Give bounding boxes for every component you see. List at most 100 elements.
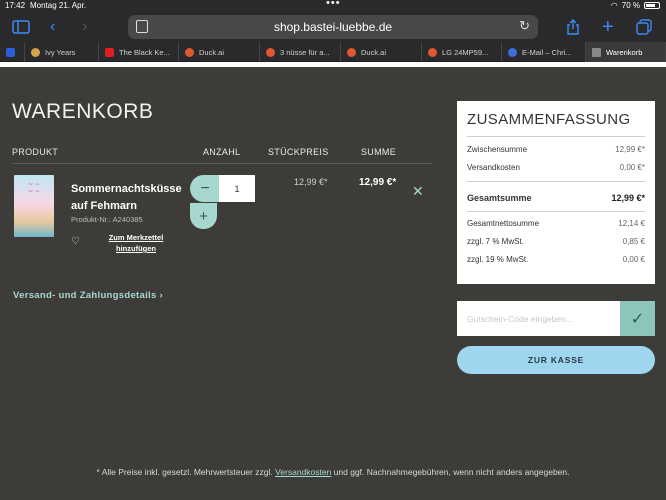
net-value: 12,14 € xyxy=(618,219,645,228)
footnote-text-pre: * Alle Preise inkl. gesetzl. Mehrwertste… xyxy=(96,467,276,477)
net-label: Gesamtnettosumme xyxy=(467,219,540,228)
sidebar-toggle-icon[interactable] xyxy=(12,16,30,38)
heart-icon[interactable]: ♡ xyxy=(71,236,80,247)
url-text: shop.bastei-luebbe.de xyxy=(273,20,393,34)
tab-favicon xyxy=(185,47,194,57)
back-icon[interactable]: ‹ xyxy=(50,16,55,38)
tab-favicon xyxy=(428,47,437,57)
order-summary: ZUSAMMENFASSUNG Zwischensumme 12,99 €* V… xyxy=(457,101,655,284)
quantity-increase-button[interactable]: + xyxy=(190,203,217,229)
total-value: 12,99 €* xyxy=(611,193,645,203)
status-bar: 17:42 Montag 21. Apr. ••• ◠ 70 % xyxy=(0,0,666,12)
tab-1[interactable] xyxy=(0,42,25,62)
column-header-unit-price: STÜCKPREIS xyxy=(268,147,329,157)
price-footnote: * Alle Preise inkl. gesetzl. Mehrwertste… xyxy=(0,467,666,477)
footnote-text-post: und ggf. Nachnahmegebühren, wenn nicht a… xyxy=(331,467,570,477)
new-tab-icon[interactable]: + xyxy=(602,16,614,38)
checkout-button[interactable]: ZUR KASSE xyxy=(457,346,655,374)
tab-favicon xyxy=(508,47,517,57)
battery-percent: 70 % xyxy=(621,1,640,10)
summary-divider xyxy=(467,211,645,212)
shipping-link-label: Versand- und Zahlungsdetails xyxy=(13,290,157,301)
shipping-payment-details-link[interactable]: Versand- und Zahlungsdetails › xyxy=(13,290,163,301)
tab-favicon xyxy=(105,47,114,57)
page-top-edge xyxy=(0,62,666,67)
summary-row-vat7: zzgl. 7 % MwSt. 0,85 € xyxy=(467,237,645,246)
close-tab-icon[interactable] xyxy=(592,47,601,57)
forward-icon[interactable]: › xyxy=(82,16,87,38)
summary-row-vat19: zzgl. 19 % MwSt. 0,00 € xyxy=(467,255,645,264)
summary-row-total: Gesamtsumme 12,99 €* xyxy=(467,193,645,203)
summary-row-net: Gesamtnettosumme 12,14 € xyxy=(467,219,645,228)
tab-overview-icon[interactable] xyxy=(636,16,652,38)
summary-divider xyxy=(467,136,645,137)
multitasking-dots-icon[interactable]: ••• xyxy=(326,0,341,9)
remove-item-icon[interactable]: ✕ xyxy=(412,183,424,200)
subtotal-label: Zwischensumme xyxy=(467,145,528,154)
total-label: Gesamtsumme xyxy=(467,193,532,203)
tab-4[interactable]: Duck.ai xyxy=(179,42,260,62)
tab-label: Warenkorb xyxy=(606,47,643,57)
product-number: Produkt-Nr.: A240385 xyxy=(71,215,143,224)
book-cover-lettering: ~ ~ ~ ~ xyxy=(28,181,40,195)
tab-favicon xyxy=(266,47,275,57)
tab-3[interactable]: The Black Ke... xyxy=(99,42,179,62)
tab-label: Duck.ai xyxy=(361,47,387,57)
shipping-label: Versandkosten xyxy=(467,163,520,172)
summary-row-subtotal: Zwischensumme 12,99 €* xyxy=(467,145,645,154)
book-cover-image[interactable]: ~ ~ ~ ~ xyxy=(14,175,54,237)
product-name[interactable]: Sommernachtsküsse auf Fehmarn xyxy=(71,181,186,215)
column-header-quantity: ANZAHL xyxy=(203,147,241,157)
reload-icon[interactable]: ↻ xyxy=(519,18,530,34)
status-date: Montag 21. Apr. xyxy=(30,1,87,10)
tab-label: The Black Ke... xyxy=(119,47,170,57)
column-header-product: PRODUKT xyxy=(12,147,59,157)
quantity-input[interactable] xyxy=(219,175,255,202)
tab-label: LG 24MP59... xyxy=(442,47,489,57)
tab-label: E-Mail – Chri... xyxy=(522,47,572,57)
tab-favicon xyxy=(6,47,15,57)
tab-favicon xyxy=(31,47,40,57)
page-settings-icon[interactable] xyxy=(136,20,148,33)
tab-2[interactable]: Ivy Years xyxy=(25,42,99,62)
unit-price: 12,99 €* xyxy=(294,177,328,187)
wifi-icon: ◠ xyxy=(610,1,618,10)
status-time: 17:42 xyxy=(5,1,26,10)
share-icon[interactable] xyxy=(566,16,580,38)
tab-7[interactable]: LG 24MP59... xyxy=(422,42,502,62)
address-bar[interactable]: shop.bastei-luebbe.de ↻ xyxy=(128,15,538,39)
summary-divider xyxy=(467,181,645,182)
header-divider xyxy=(12,163,432,164)
tab-6[interactable]: Duck.ai xyxy=(341,42,422,62)
shipping-costs-link[interactable]: Versandkosten xyxy=(275,467,331,477)
shipping-value: 0,00 €* xyxy=(619,163,645,172)
column-header-sum: SUMME xyxy=(361,147,396,157)
voucher-code-input[interactable] xyxy=(457,301,619,336)
chevron-right-icon: › xyxy=(159,290,163,301)
tab-bar: Ivy Years The Black Ke... Duck.ai 3 nüss… xyxy=(0,42,666,62)
tab-favicon xyxy=(347,47,356,57)
browser-toolbar: ‹ › shop.bastei-luebbe.de ↻ + xyxy=(0,12,666,42)
tab-label: Duck.ai xyxy=(199,47,225,57)
add-to-wishlist-link[interactable]: Zum Merkzettel hinzufügen xyxy=(103,232,169,254)
vat19-label: zzgl. 19 % MwSt. xyxy=(467,255,529,264)
quantity-decrease-button[interactable]: − xyxy=(190,175,220,202)
vat19-value: 0,00 € xyxy=(622,255,645,264)
voucher-form: ✓ xyxy=(457,301,655,336)
tab-5[interactable]: 3 nüsse für a... xyxy=(260,42,341,62)
checkmark-icon: ✓ xyxy=(630,310,645,328)
battery-icon xyxy=(644,2,660,9)
vat7-label: zzgl. 7 % MwSt. xyxy=(467,237,524,246)
tab-8[interactable]: E-Mail – Chri... xyxy=(502,42,586,62)
summary-row-shipping: Versandkosten 0,00 €* xyxy=(467,163,645,172)
tab-warenkorb[interactable]: Warenkorb xyxy=(586,42,666,62)
tab-label: 3 nüsse für a... xyxy=(280,47,330,57)
page-title: WARENKORB xyxy=(12,100,154,123)
subtotal-value: 12,99 €* xyxy=(615,145,645,154)
vat7-value: 0,85 € xyxy=(622,237,645,246)
voucher-submit-button[interactable]: ✓ xyxy=(620,301,655,336)
line-sum: 12,99 €* xyxy=(359,177,397,188)
tab-label: Ivy Years xyxy=(45,47,76,57)
summary-title: ZUSAMMENFASSUNG xyxy=(467,111,631,128)
status-indicators: ◠ 70 % xyxy=(611,1,660,10)
